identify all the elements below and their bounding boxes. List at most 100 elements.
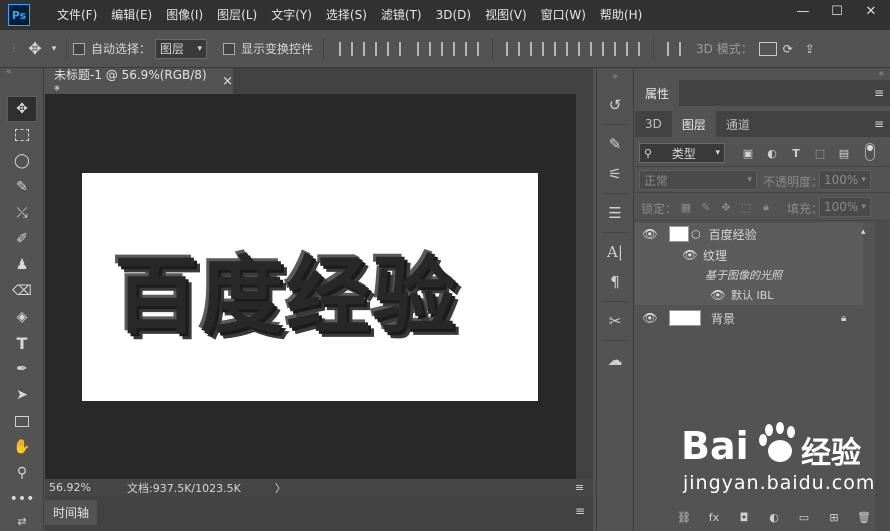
- document-canvas[interactable]: 百度经验: [82, 173, 538, 401]
- filter-adjustment-icon[interactable]: ◐: [763, 145, 781, 161]
- tab-properties[interactable]: 属性: [635, 80, 680, 106]
- hand-tool-button[interactable]: ✋: [7, 434, 37, 460]
- zoom-level[interactable]: 56.92%: [49, 481, 119, 494]
- properties-menu-icon[interactable]: ≡: [874, 86, 884, 100]
- menu-view[interactable]: 视图(V): [478, 0, 534, 30]
- tab-channels[interactable]: 通道: [716, 111, 760, 137]
- eye-icon[interactable]: 👁︎: [642, 227, 657, 241]
- path-select-tool-button[interactable]: ➤: [7, 382, 37, 408]
- 3d-rotate-icon[interactable]: ⟳: [777, 42, 799, 56]
- timeline-menu-icon[interactable]: ≡: [575, 504, 585, 518]
- distribute-hcenter-icon[interactable]: [602, 41, 617, 56]
- layer-row[interactable]: 👁︎ 默认 IBL: [635, 285, 863, 305]
- menu-image[interactable]: 图像(I): [159, 0, 210, 30]
- blend-mode-dropdown[interactable]: 正常 ▾: [639, 170, 757, 190]
- move-tool-button[interactable]: ✥: [7, 96, 37, 122]
- lock-transparent-icon[interactable]: ▦: [677, 199, 695, 215]
- adjustment-layer-icon[interactable]: ◐: [765, 510, 783, 526]
- menu-help[interactable]: 帮助(H): [593, 0, 649, 30]
- 3d-mode-icon[interactable]: [758, 41, 777, 56]
- share-icon[interactable]: ⇪: [799, 42, 821, 56]
- opacity-field[interactable]: 100% ▾: [819, 170, 871, 190]
- eraser-tool-button[interactable]: ⌫: [7, 278, 37, 304]
- strip-collapse-icon[interactable]: »: [597, 70, 633, 84]
- paragraph-icon[interactable]: ¶: [597, 267, 633, 297]
- auto-align-icon[interactable]: [667, 41, 682, 56]
- shape-tool-button[interactable]: [7, 408, 37, 434]
- lasso-tool-button[interactable]: ◯: [7, 148, 37, 174]
- layer-kind-filter[interactable]: ⚲ 类型 ▾: [639, 143, 725, 163]
- brush-settings-icon[interactable]: ✎: [597, 129, 633, 159]
- expand-arrow-icon[interactable]: ▴: [861, 227, 866, 237]
- auto-select-dropdown[interactable]: 图层 ▾: [155, 38, 208, 59]
- layer-name[interactable]: 默认 IBL: [731, 287, 773, 303]
- canvas-vertical-scrollbar[interactable]: [576, 94, 593, 479]
- timeline-tab[interactable]: 时间轴: [45, 500, 97, 525]
- distribute-left-icon[interactable]: [578, 41, 593, 56]
- align-left-icon[interactable]: [417, 41, 432, 56]
- paragraph-list-icon[interactable]: ☰: [597, 198, 633, 228]
- type-tool-button[interactable]: T: [7, 330, 37, 356]
- brush-tool-button[interactable]: ✐: [7, 226, 37, 252]
- tool-preset-chevron-icon[interactable]: ▾: [48, 44, 60, 54]
- layer-name[interactable]: 百度经验: [709, 226, 757, 243]
- align-top-icon[interactable]: [339, 41, 354, 56]
- new-layer-icon[interactable]: ⊞: [825, 510, 843, 526]
- mask-icon[interactable]: ◘: [735, 510, 753, 526]
- lock-image-icon[interactable]: ✎: [697, 199, 715, 215]
- distribute-top-icon[interactable]: [506, 41, 521, 56]
- lock-all-icon[interactable]: 🔒︎: [757, 199, 775, 215]
- align-right-icon[interactable]: [465, 41, 480, 56]
- layer-row[interactable]: 👁︎ ⬡ 百度经验: [635, 223, 863, 245]
- panel-collapse-icon[interactable]: «: [635, 68, 890, 80]
- eye-icon[interactable]: 👁︎: [642, 311, 657, 325]
- menu-layer[interactable]: 图层(L): [210, 0, 264, 30]
- align-bottom-icon[interactable]: [387, 41, 402, 56]
- align-hcenter-icon[interactable]: [441, 41, 456, 56]
- filter-smart-object-icon[interactable]: ▤: [835, 145, 853, 161]
- bucket-tool-button[interactable]: ◈: [7, 304, 37, 330]
- trash-icon[interactable]: 🗑︎: [855, 510, 873, 526]
- distribute-vcenter-icon[interactable]: [530, 41, 545, 56]
- status-info-arrow-icon[interactable]: 〉: [275, 480, 286, 496]
- distribute-bottom-icon[interactable]: [554, 41, 569, 56]
- tab-layers[interactable]: 图层: [671, 111, 716, 137]
- menu-edit[interactable]: 编辑(E): [104, 0, 159, 30]
- tool-presets-icon[interactable]: ✂: [597, 306, 633, 336]
- adjustments-icon[interactable]: ⚟: [597, 159, 633, 189]
- move-tool-icon[interactable]: ✥: [22, 39, 48, 58]
- layer-row[interactable]: 👁︎ 纹理: [635, 245, 863, 265]
- menu-filter[interactable]: 滤镜(T): [374, 0, 429, 30]
- layers-menu-icon[interactable]: ≡: [874, 117, 884, 131]
- menu-window[interactable]: 窗口(W): [534, 0, 593, 30]
- fill-field[interactable]: 100% ▾: [819, 197, 871, 217]
- close-window-button[interactable]: ✕: [854, 0, 888, 22]
- canvas-3d-text[interactable]: 百度经验: [114, 229, 458, 350]
- stamp-tool-button[interactable]: ♟: [7, 252, 37, 278]
- fx-icon[interactable]: fx: [705, 510, 723, 526]
- filter-shape-icon[interactable]: ⬚: [811, 145, 829, 161]
- eye-icon[interactable]: 👁︎: [710, 288, 725, 302]
- menu-file[interactable]: 文件(F): [50, 0, 104, 30]
- distribute-right-icon[interactable]: [626, 41, 641, 56]
- libraries-icon[interactable]: ☁: [597, 345, 633, 375]
- align-vcenter-icon[interactable]: [363, 41, 378, 56]
- canvas-area[interactable]: 百度经验: [45, 94, 576, 479]
- document-tab-close-icon[interactable]: ×: [222, 74, 233, 89]
- layer-name[interactable]: 基于图像的光照: [705, 267, 782, 283]
- collapse-tools-icon[interactable]: «: [0, 68, 43, 77]
- layer-name[interactable]: 背景: [711, 310, 735, 327]
- menu-type[interactable]: 文字(Y): [264, 0, 319, 30]
- group-icon[interactable]: ▭: [795, 510, 813, 526]
- eye-icon[interactable]: 👁︎: [682, 248, 697, 262]
- menu-3d[interactable]: 3D(D): [429, 0, 478, 30]
- zoom-tool-button[interactable]: ⚲: [7, 460, 37, 486]
- minimize-button[interactable]: —: [786, 0, 820, 22]
- link-layers-icon[interactable]: ⛓: [675, 510, 693, 526]
- menu-select[interactable]: 选择(S): [319, 0, 374, 30]
- document-tab[interactable]: 未标题-1 @ 56.9%(RGB/8) * ×: [45, 68, 233, 97]
- layer-row[interactable]: 基于图像的光照: [635, 265, 863, 285]
- more-tools-button[interactable]: •••: [7, 486, 37, 512]
- history-icon[interactable]: ↺: [597, 90, 633, 120]
- quick-select-tool-button[interactable]: ✎: [7, 174, 37, 200]
